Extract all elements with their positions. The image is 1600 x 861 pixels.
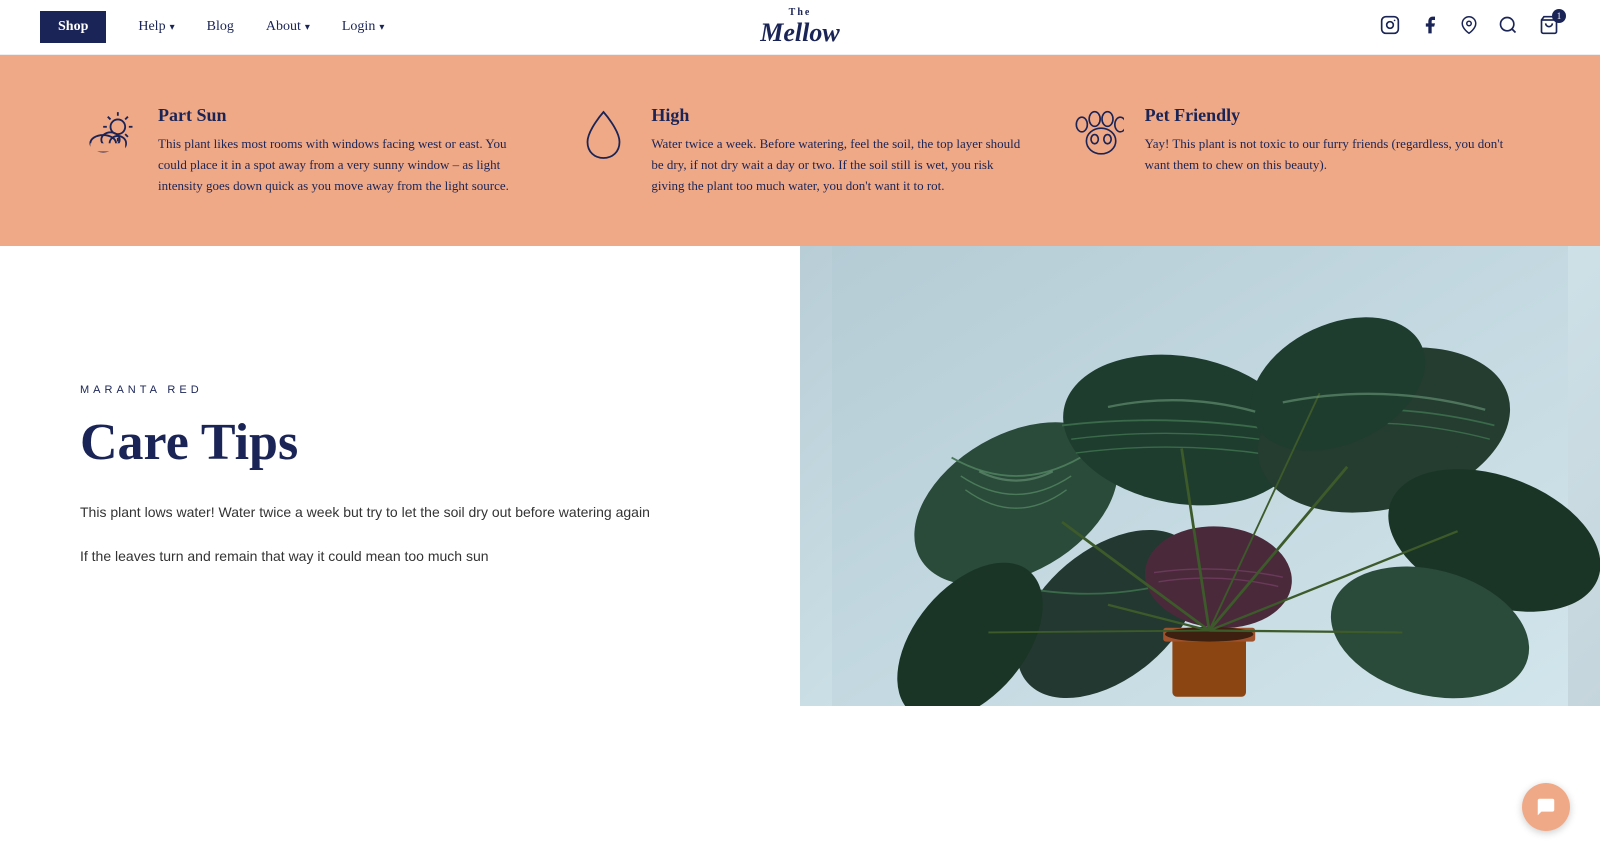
pet-friendly-text: Pet Friendly Yay! This plant is not toxi…: [1145, 105, 1520, 176]
login-link[interactable]: Login ▾: [342, 19, 384, 35]
care-title: Care Tips: [80, 414, 720, 471]
sun-cloud-icon: [80, 105, 140, 165]
care-desc-2: If the leaves turn and remain that way i…: [80, 545, 720, 569]
care-tips-section: MARANTA RED Care Tips This plant lows wa…: [0, 246, 800, 706]
paw-icon: [1067, 105, 1127, 165]
plant-illustration: [800, 246, 1600, 706]
about-chevron-icon: ▾: [305, 22, 310, 33]
info-banner: Part Sun This plant likes most rooms wit…: [0, 55, 1600, 246]
main-content: MARANTA RED Care Tips This plant lows wa…: [0, 246, 1600, 706]
plant-image: [800, 246, 1600, 706]
pet-friendly-card: Pet Friendly Yay! This plant is not toxi…: [1067, 105, 1520, 196]
blog-link[interactable]: Blog: [207, 19, 234, 35]
help-chevron-icon: ▾: [170, 22, 175, 33]
cart-badge: 1: [1552, 9, 1566, 23]
logo[interactable]: The Mellow: [760, 7, 839, 48]
location-icon[interactable]: [1460, 14, 1478, 41]
nav-right: 1: [1380, 14, 1560, 41]
cart-icon[interactable]: 1: [1538, 15, 1560, 40]
nav-left: Shop Help ▾ Blog About ▾ Login ▾: [40, 11, 384, 43]
login-chevron-icon: ▾: [379, 22, 384, 33]
about-link[interactable]: About ▾: [266, 19, 310, 35]
search-icon[interactable]: [1498, 15, 1518, 40]
part-sun-text: Part Sun This plant likes most rooms wit…: [158, 105, 533, 196]
care-desc-1: This plant lows water! Water twice a wee…: [80, 501, 720, 525]
navbar: Shop Help ▾ Blog About ▾ Login ▾ The Mel…: [0, 0, 1600, 55]
high-water-text: High Water twice a week. Before watering…: [651, 105, 1026, 196]
facebook-icon[interactable]: [1420, 15, 1440, 40]
part-sun-card: Part Sun This plant likes most rooms wit…: [80, 105, 533, 196]
high-water-card: High Water twice a week. Before watering…: [573, 105, 1026, 196]
chat-button[interactable]: [1522, 783, 1570, 831]
help-link[interactable]: Help ▾: [138, 19, 174, 35]
water-drop-icon: [573, 105, 633, 165]
plant-name: MARANTA RED: [80, 384, 720, 396]
instagram-icon[interactable]: [1380, 15, 1400, 40]
shop-button[interactable]: Shop: [40, 11, 106, 43]
